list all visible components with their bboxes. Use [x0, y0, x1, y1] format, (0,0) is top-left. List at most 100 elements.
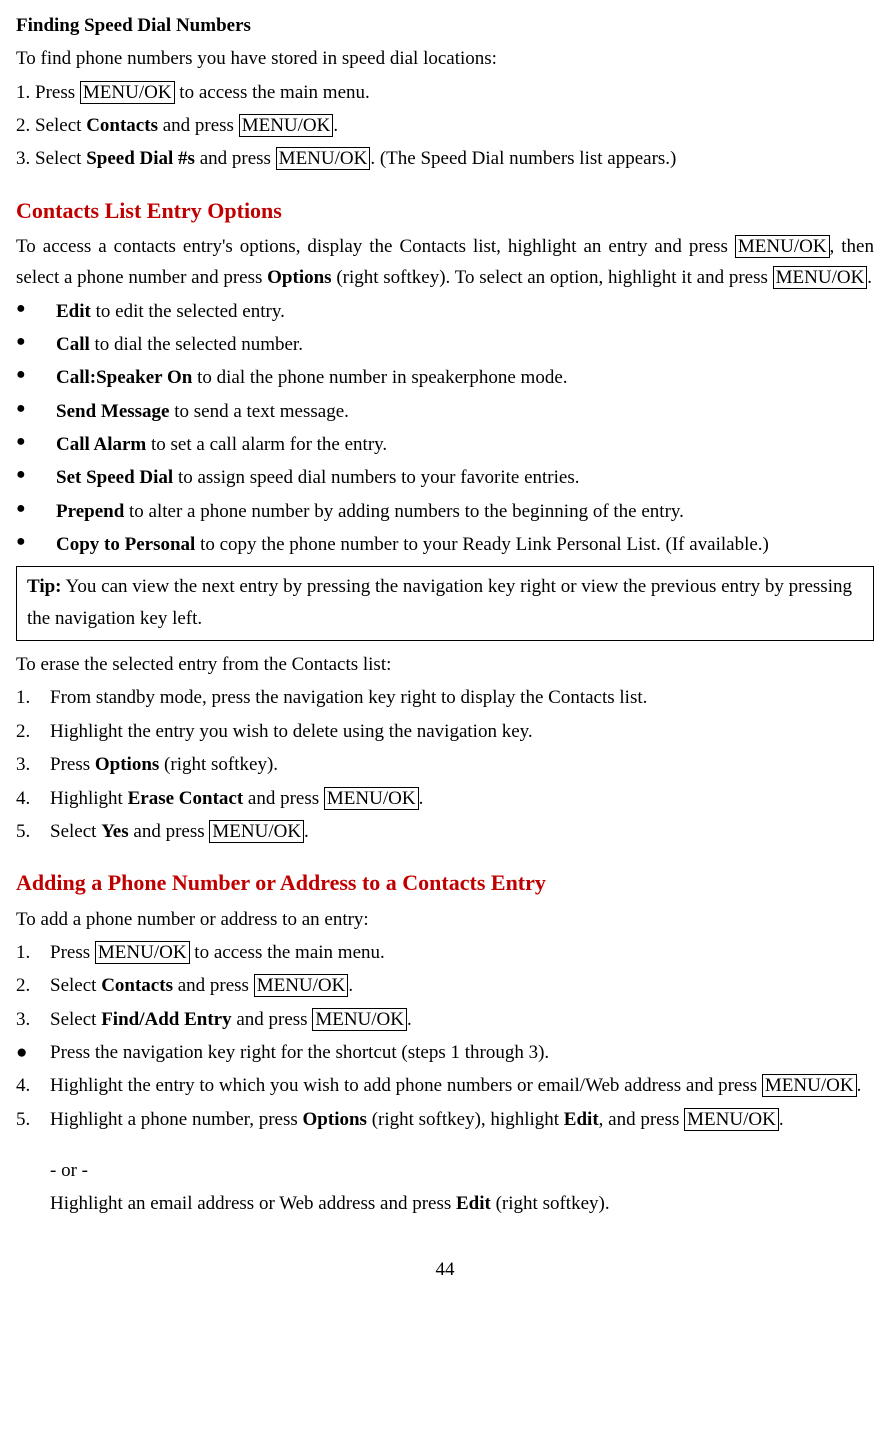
text: and press: [129, 821, 210, 842]
text: .: [419, 788, 424, 809]
step-number: 2.: [16, 970, 50, 1001]
text: to copy the phone number to your Ready L…: [195, 534, 769, 555]
text: .: [407, 1009, 412, 1030]
text: .: [779, 1109, 784, 1130]
menu-ok-key: MENU/OK: [95, 941, 190, 964]
speed-dial-label: Speed Dial #s: [86, 148, 195, 169]
list-item: ●Call:Speaker On to dial the phone numbe…: [16, 362, 874, 393]
text: to dial the phone number in speakerphone…: [192, 367, 567, 388]
step-number: 1.: [16, 682, 50, 713]
step-number: 1.: [16, 937, 50, 968]
spacer: [16, 1155, 50, 1186]
list-item: Highlight an email address or Web addres…: [16, 1188, 874, 1219]
text: . (The Speed Dial numbers list appears.): [370, 148, 676, 169]
text: Highlight an email address or Web addres…: [50, 1193, 456, 1214]
text: to access the main menu.: [190, 942, 385, 963]
section-heading: Adding a Phone Number or Address to a Co…: [16, 865, 874, 901]
text: .: [348, 975, 353, 996]
list-item: - or -: [16, 1155, 874, 1186]
list-item: 4.Highlight Erase Contact and press MENU…: [16, 783, 874, 814]
text: (right softkey).: [159, 754, 278, 775]
prepend-label: Prepend: [56, 501, 124, 522]
bullet-icon: ●: [16, 462, 56, 493]
body-text: To add a phone number or address to an e…: [16, 904, 874, 935]
menu-ok-key: MENU/OK: [324, 787, 419, 810]
list-item: 3.Press Options (right softkey).: [16, 749, 874, 780]
menu-ok-key: MENU/OK: [735, 235, 830, 258]
list-item: ●Edit to edit the selected entry.: [16, 296, 874, 327]
options-list: ●Edit to edit the selected entry. ●Call …: [16, 296, 874, 561]
bullet-icon: ●: [16, 329, 56, 360]
edit-label: Edit: [56, 301, 91, 322]
list-item: ●Set Speed Dial to assign speed dial num…: [16, 462, 874, 493]
yes-label: Yes: [101, 821, 128, 842]
text: to alter a phone number by adding number…: [124, 501, 684, 522]
text: and press: [243, 788, 324, 809]
text: and press: [232, 1009, 313, 1030]
list-item: ●Prepend to alter a phone number by addi…: [16, 496, 874, 527]
text: .: [867, 267, 872, 288]
text: and press: [173, 975, 254, 996]
menu-ok-key: MENU/OK: [684, 1108, 779, 1131]
add-steps-alt: - or - Highlight an email address or Web…: [16, 1155, 874, 1220]
menu-ok-key: MENU/OK: [80, 81, 175, 104]
section-heading: Contacts List Entry Options: [16, 193, 874, 229]
menu-ok-key: MENU/OK: [773, 266, 868, 289]
menu-ok-key: MENU/OK: [239, 114, 334, 137]
text: (right softkey). To select an option, hi…: [332, 267, 773, 288]
bullet-icon: ●: [16, 296, 56, 327]
body-text: To find phone numbers you have stored in…: [16, 43, 874, 74]
text: 3. Select: [16, 148, 86, 169]
text: Highlight the entry you wish to delete u…: [50, 716, 533, 747]
step-number: 2.: [16, 716, 50, 747]
text: , and press: [599, 1109, 684, 1130]
text: (right softkey).: [491, 1193, 610, 1214]
text: to dial the selected number.: [90, 334, 303, 355]
list-item: ●Press the navigation key right for the …: [16, 1037, 874, 1068]
text: Highlight the entry to which you wish to…: [50, 1075, 762, 1096]
body-text: To access a contacts entry's options, di…: [16, 231, 874, 294]
bullet-icon: ●: [16, 1037, 50, 1068]
text: and press: [195, 148, 276, 169]
options-label: Options: [267, 267, 331, 288]
body-text: 3. Select Speed Dial #s and press MENU/O…: [16, 143, 874, 174]
step-number: 3.: [16, 1004, 50, 1035]
tip-label: Tip:: [27, 576, 62, 597]
erase-steps: 1.From standby mode, press the navigatio…: [16, 682, 874, 847]
edit-label: Edit: [456, 1193, 491, 1214]
list-item: 3.Select Find/Add Entry and press MENU/O…: [16, 1004, 874, 1035]
list-item: 5.Highlight a phone number, press Option…: [16, 1104, 874, 1135]
list-item: 2.Select Contacts and press MENU/OK.: [16, 970, 874, 1001]
body-text: To erase the selected entry from the Con…: [16, 649, 874, 680]
options-label: Options: [95, 754, 159, 775]
erase-contact-label: Erase Contact: [128, 788, 244, 809]
text: Press the navigation key right for the s…: [50, 1037, 549, 1068]
menu-ok-key: MENU/OK: [276, 147, 371, 170]
body-text: 1. Press MENU/OK to access the main menu…: [16, 77, 874, 108]
list-item: ●Call Alarm to set a call alarm for the …: [16, 429, 874, 460]
list-item: 1.From standby mode, press the navigatio…: [16, 682, 874, 713]
list-item: ●Copy to Personal to copy the phone numb…: [16, 529, 874, 560]
text: to set a call alarm for the entry.: [146, 434, 387, 455]
text: Highlight a phone number, press: [50, 1109, 303, 1130]
text: and press: [158, 115, 239, 136]
text: .: [333, 115, 338, 136]
list-item: 4.Highlight the entry to which you wish …: [16, 1070, 874, 1101]
text: (right softkey), highlight: [367, 1109, 564, 1130]
bullet-icon: ●: [16, 362, 56, 393]
call-label: Call: [56, 334, 90, 355]
call-alarm-label: Call Alarm: [56, 434, 146, 455]
page-number: 44: [16, 1254, 874, 1285]
bullet-icon: ●: [16, 396, 56, 427]
edit-label: Edit: [564, 1109, 599, 1130]
list-item: 2.Highlight the entry you wish to delete…: [16, 716, 874, 747]
text: to send a text message.: [169, 401, 348, 422]
list-item: ●Call to dial the selected number.: [16, 329, 874, 360]
step-number: 4.: [16, 783, 50, 814]
text: Select: [50, 1009, 101, 1030]
bullet-icon: ●: [16, 496, 56, 527]
options-label: Options: [303, 1109, 367, 1130]
text: to edit the selected entry.: [91, 301, 285, 322]
text: Press: [50, 754, 95, 775]
copy-personal-label: Copy to Personal: [56, 534, 195, 555]
